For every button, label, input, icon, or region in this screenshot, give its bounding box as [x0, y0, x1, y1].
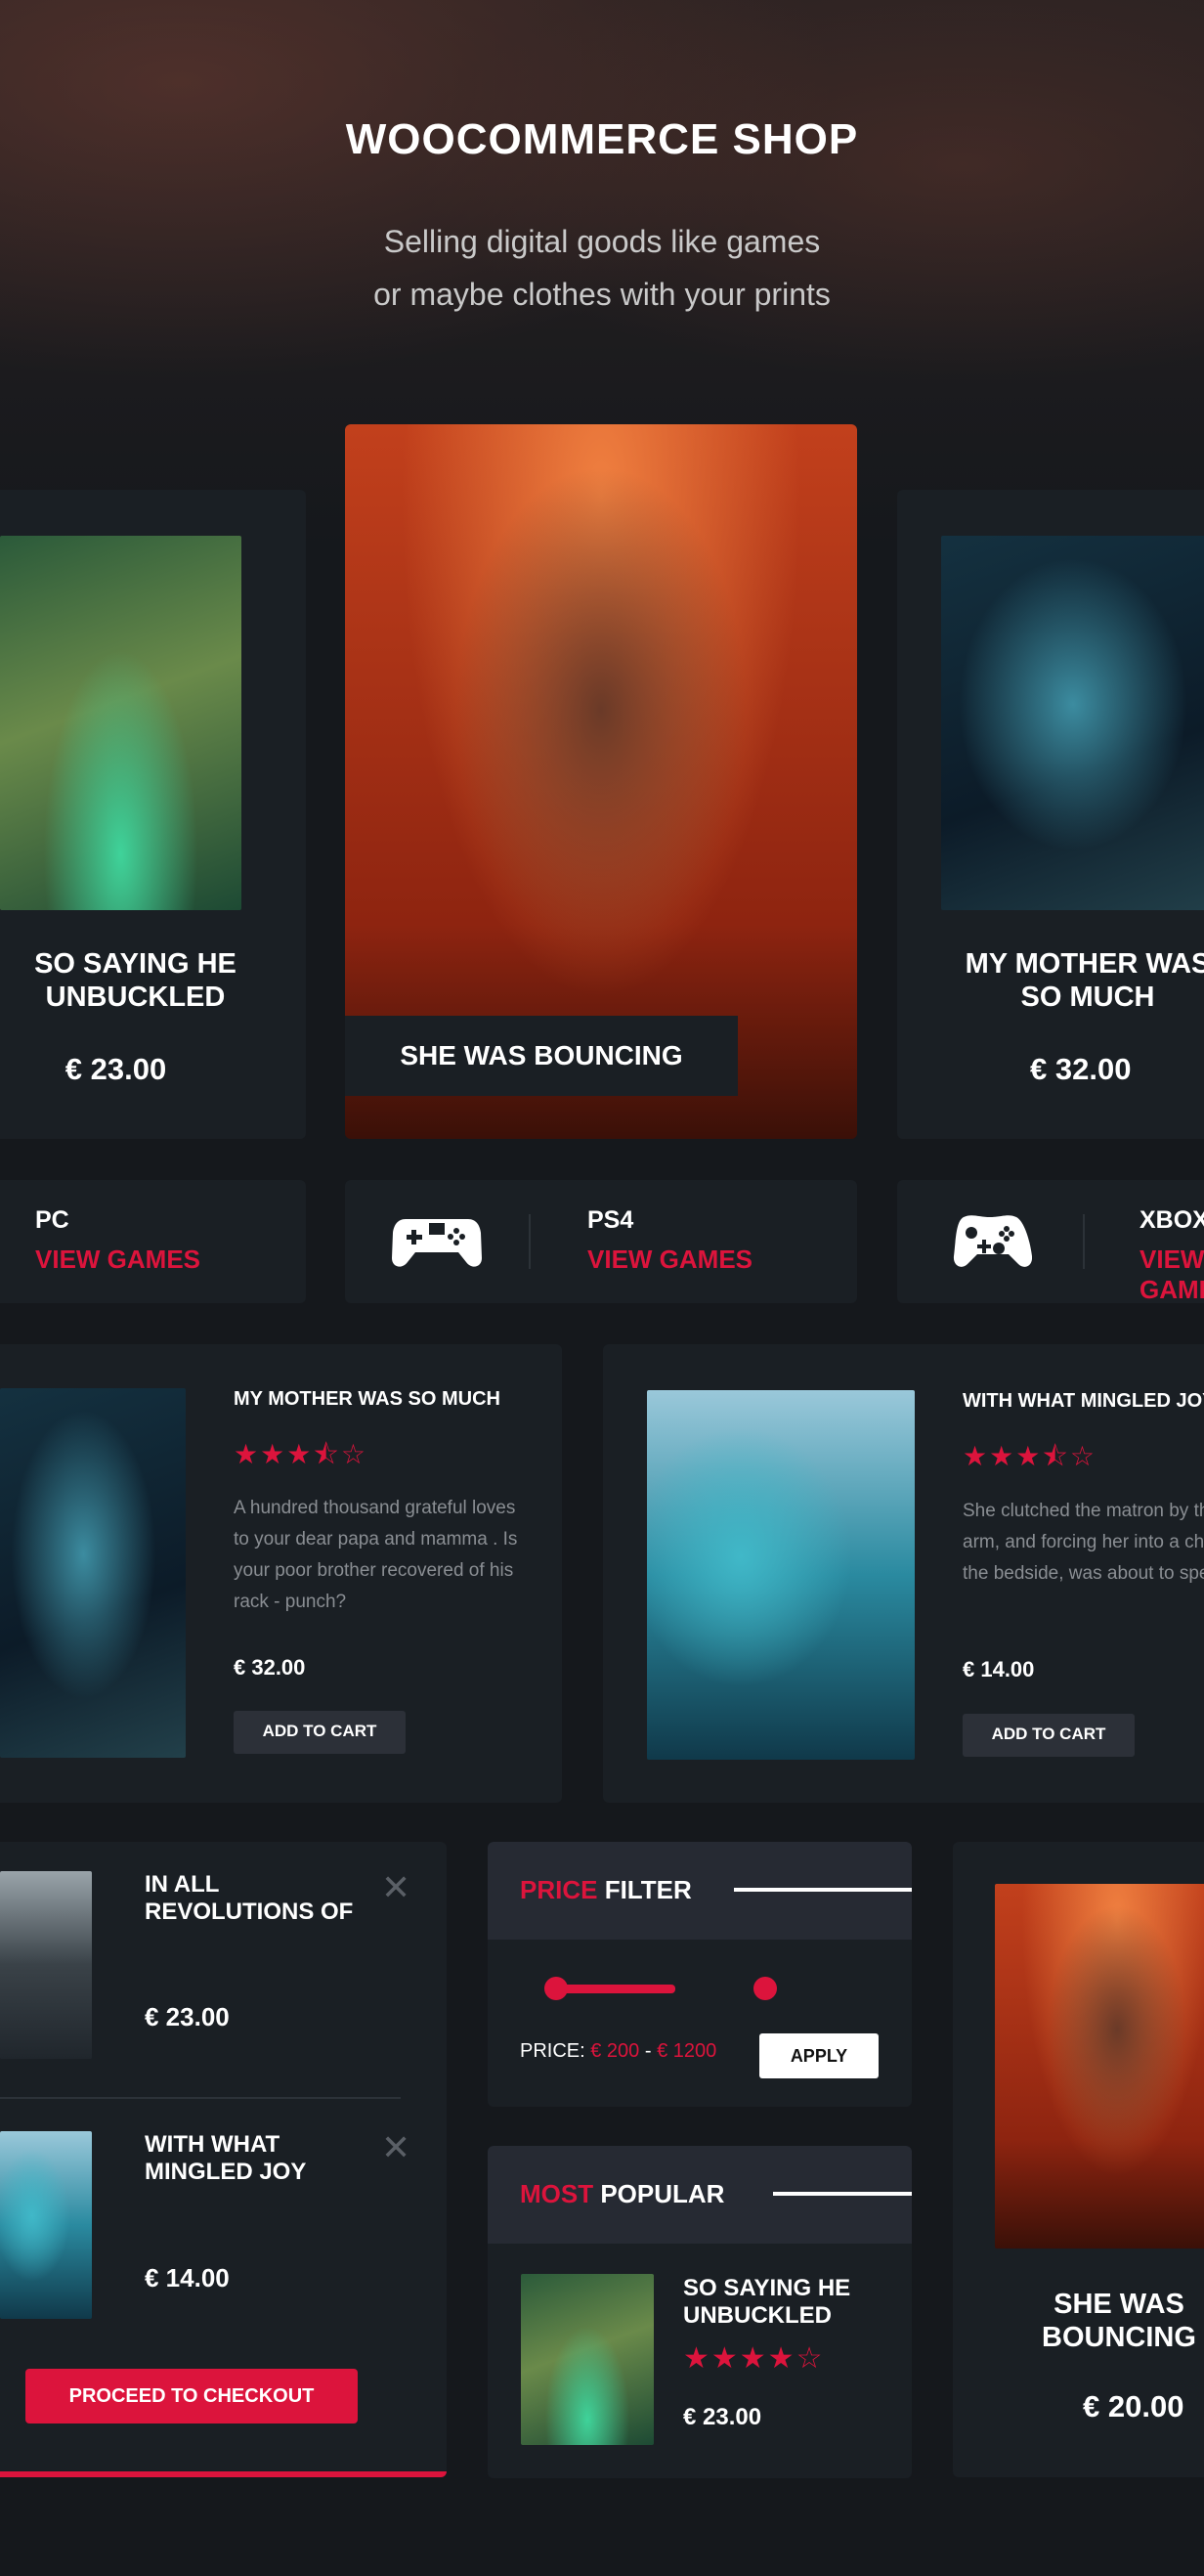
- cart-item-image: [0, 2131, 92, 2319]
- platform-xbox[interactable]: XBOX VIEW GAMES: [897, 1180, 1204, 1305]
- cart-item-title[interactable]: WITH WHAT MINGLED JOY: [145, 2131, 306, 2186]
- title-rest: FILTER: [604, 1875, 692, 1904]
- popular-item-price: € 23.00: [683, 2404, 762, 2430]
- product-description: She clutched the matron by the arm, and …: [963, 1501, 1204, 1584]
- product-title: SO SAYING HE UNBUCKLED: [0, 947, 271, 1014]
- divider: [0, 2097, 401, 2099]
- mini-cart: IN ALL REVOLUTIONS OF € 23.00 ✕ WITH WHAT…: [0, 1842, 447, 2477]
- title-line: UNBUCKLED: [45, 982, 226, 1013]
- platform-ps4[interactable]: PS4 VIEW GAMES: [345, 1180, 857, 1303]
- header-line: [773, 2192, 912, 2196]
- carousel-card-featured[interactable]: SHE WAS BOUNCING: [345, 424, 857, 1139]
- product-title[interactable]: MY MOTHER WAS SO MUCH: [234, 1388, 500, 1411]
- cart-item-price: € 14.00: [145, 2263, 230, 2292]
- price-dash: -: [644, 2040, 652, 2062]
- view-games-link[interactable]: VIEW GAMES: [587, 1244, 752, 1275]
- platform-pc[interactable]: PC VIEW GAMES: [0, 1180, 306, 1303]
- product-price: € 20.00: [1083, 2389, 1184, 2423]
- title-line: UNBUCKLED: [683, 2302, 832, 2329]
- carousel-card[interactable]: SO SAYING HE UNBUCKLED € 23.00: [0, 490, 306, 1139]
- platform-name: XBOX: [1140, 1206, 1204, 1234]
- title-line: MINGLED JOY: [145, 2159, 307, 2185]
- range-handle-min[interactable]: [544, 1977, 568, 2000]
- widget-header: MOST POPULAR: [488, 2146, 912, 2244]
- apply-button[interactable]: APPLY: [759, 2033, 879, 2078]
- divider: [1083, 1214, 1085, 1269]
- product-title[interactable]: WITH WHAT MINGLED JOY: [963, 1390, 1204, 1413]
- widget-header: PRICE FILTER: [488, 1842, 912, 1940]
- product-price: € 32.00: [234, 1655, 306, 1680]
- popular-item-title[interactable]: SO SAYING HE UNBUCKLED: [683, 2275, 850, 2330]
- price-max: € 1200: [657, 2040, 717, 2062]
- product-title: MY MOTHER WAS SO MUCH: [897, 947, 1204, 1014]
- title-accent: MOST: [520, 2179, 594, 2208]
- widget-title: MOST POPULAR: [520, 2179, 724, 2209]
- star-rating: ★★★⯪☆: [963, 1441, 1096, 1471]
- featured-product-card[interactable]: SHE WAS BOUNCING € 20.00: [953, 1842, 1204, 2477]
- product-image[interactable]: [0, 1388, 186, 1758]
- most-popular-widget: MOST POPULAR SO SAYING HE UNBUCKLED ★★★★☆…: [488, 2146, 912, 2478]
- title-line: SHE WAS: [1054, 2289, 1184, 2320]
- page-title: WOOCOMMERCE SHOP: [345, 115, 859, 163]
- product-description: A hundred thousand grateful loves to you…: [234, 1498, 518, 1612]
- widget-title: PRICE FILTER: [520, 1875, 692, 1905]
- product-price: € 14.00: [963, 1657, 1035, 1681]
- popular-item-image[interactable]: [521, 2274, 654, 2445]
- title-line: WITH WHAT: [145, 2131, 280, 2158]
- title-line: SO SAYING HE: [34, 948, 236, 980]
- range-handle-max[interactable]: [753, 1977, 777, 2000]
- product-image: [0, 536, 241, 910]
- title-line: SO MUCH: [1020, 982, 1155, 1013]
- price-filter-widget: PRICE FILTER PRICE: € 200 - € 1200 APPLY: [488, 1842, 912, 2107]
- carousel-card[interactable]: MY MOTHER WAS SO MUCH € 32.00: [897, 490, 1204, 1139]
- star-rating: ★★★★☆: [683, 2342, 825, 2375]
- title-accent: PRICE: [520, 1875, 598, 1904]
- product-image[interactable]: [647, 1390, 915, 1760]
- product-price: € 23.00: [64, 1052, 167, 1086]
- product-card: MY MOTHER WAS SO MUCH ★★★⯪☆ A hundred th…: [0, 1344, 562, 1803]
- header-line: [734, 1888, 912, 1892]
- product-price: € 32.00: [1030, 1052, 1132, 1086]
- cart-item-image: [0, 1871, 92, 2059]
- view-games-link[interactable]: VIEW GAMES: [35, 1244, 200, 1275]
- cart-item-title[interactable]: IN ALL REVOLUTIONS OF: [145, 1871, 353, 1926]
- remove-icon[interactable]: ✕: [381, 2127, 410, 2168]
- xbox-controller-icon: [953, 1215, 1032, 1267]
- platform-name: PS4: [587, 1206, 634, 1234]
- price-range-text: PRICE: € 200 - € 1200: [520, 2040, 716, 2063]
- divider: [529, 1214, 531, 1269]
- price-label: PRICE:: [520, 2040, 585, 2062]
- product-image: [941, 536, 1204, 910]
- title-line: MY MOTHER WAS: [965, 948, 1204, 980]
- title-line: BOUNCING: [1042, 2322, 1196, 2353]
- title-line: SO SAYING HE: [683, 2275, 851, 2301]
- title-line: REVOLUTIONS OF: [145, 1899, 354, 1925]
- remove-icon[interactable]: ✕: [381, 1867, 410, 1908]
- gamepad-icon: [392, 1219, 482, 1267]
- add-to-cart-button[interactable]: ADD TO CART: [234, 1711, 406, 1754]
- title-line: IN ALL: [145, 1871, 220, 1898]
- price-min: € 200: [590, 2040, 640, 2062]
- product-title: SHE WAS BOUNCING: [345, 1016, 738, 1096]
- title-rest: POPULAR: [600, 2179, 725, 2208]
- proceed-to-checkout-button[interactable]: PROCEED TO CHECKOUT: [25, 2369, 358, 2423]
- subtitle-line: or maybe clothes with your prints: [373, 277, 831, 312]
- subtitle-line: Selling digital goods like games: [383, 224, 821, 259]
- page-subtitle: Selling digital goods like games or maybe…: [0, 215, 1204, 321]
- price-range-track: [556, 1985, 675, 1993]
- cart-item-price: € 23.00: [145, 2002, 230, 2031]
- platform-name: PC: [35, 1206, 69, 1234]
- view-games-link[interactable]: VIEW GAMES: [1140, 1244, 1204, 1305]
- product-title: SHE WAS BOUNCING: [953, 2288, 1204, 2354]
- product-image: [995, 1884, 1204, 2249]
- product-card: WITH WHAT MINGLED JOY ★★★⯪☆ She clutched…: [603, 1344, 1204, 1803]
- add-to-cart-button[interactable]: ADD TO CART: [963, 1714, 1135, 1757]
- star-rating: ★★★⯪☆: [234, 1439, 367, 1469]
